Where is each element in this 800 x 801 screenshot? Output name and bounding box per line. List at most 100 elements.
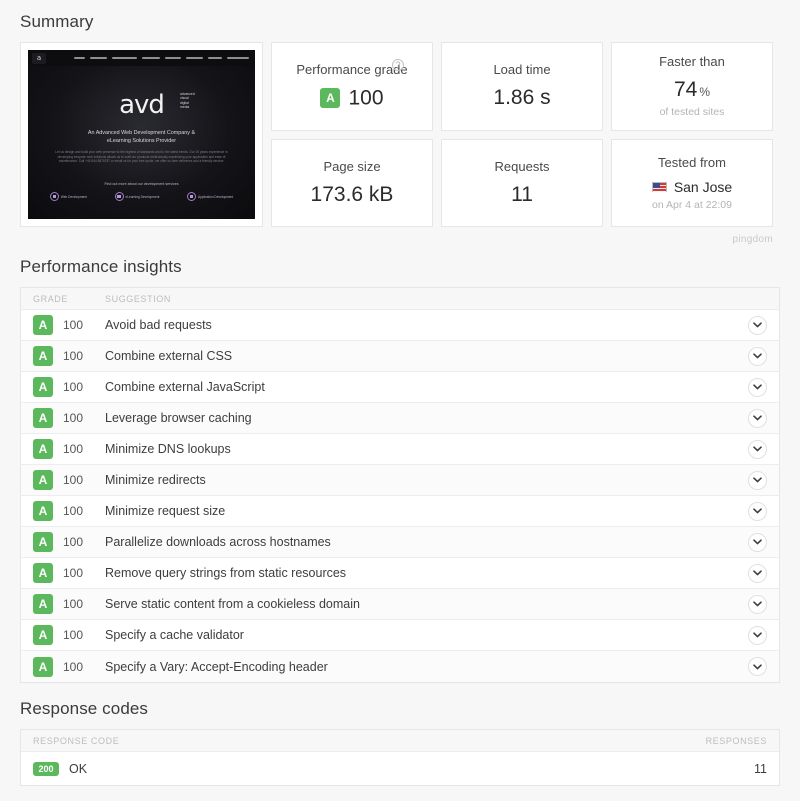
expand-cell: [737, 470, 767, 490]
chevron-down-icon[interactable]: [748, 594, 767, 614]
grade-score: 100: [63, 473, 84, 487]
table-row[interactable]: A 100 Minimize DNS lookups: [21, 434, 779, 465]
chevron-down-icon[interactable]: [748, 315, 767, 335]
thumbnail-hero: avd advanced visual digital media An Advanc…: [28, 66, 255, 219]
thumbnail-service-item: Application Development: [186, 192, 233, 201]
grade-score: 100: [63, 349, 84, 363]
grade-cell: A 100: [33, 377, 105, 397]
card-label: Page size: [323, 158, 381, 174]
thumbnail-service-label: Web Development: [60, 194, 87, 199]
response-code-label: OK: [69, 761, 88, 776]
application-development-icon: [186, 192, 196, 201]
performance-insights-table: GRADE SUGGESTION A 100 Avoid bad requests A…: [20, 287, 780, 683]
grade-score: 100: [63, 318, 84, 332]
response-count: 11: [754, 761, 767, 776]
response-codes-heading: Response codes: [20, 699, 149, 718]
expand-cell: [737, 439, 767, 459]
grade-score: 100: [63, 442, 84, 456]
grade-score: 100: [63, 504, 84, 518]
card-value: 173.6 kB: [310, 182, 394, 206]
column-header-suggestion: SUGGESTION: [105, 293, 172, 304]
grade-badge: A: [33, 346, 53, 366]
chevron-down-icon[interactable]: [748, 346, 767, 366]
card-performance-grade: ? Performance grade A 100: [271, 42, 433, 131]
chevron-down-icon[interactable]: [748, 532, 767, 552]
grade-cell: A 100: [33, 315, 105, 335]
grade-cell: A 100: [33, 625, 105, 645]
grade-score: 100: [63, 535, 84, 549]
expand-cell: [737, 346, 767, 366]
table-row[interactable]: A 100 Specify a cache validator: [21, 620, 779, 651]
thumbnail-image: a avd advanced visual digital media An Adva…: [28, 50, 255, 219]
chevron-down-icon[interactable]: [748, 563, 767, 583]
thumbnail-navbar: a: [28, 50, 255, 66]
status-badge: 200: [33, 761, 59, 776]
card-label: Performance grade: [296, 62, 408, 78]
card-value: San Jose: [651, 179, 732, 195]
table-header: RESPONSE CODE RESPONSES: [21, 730, 779, 752]
table-row[interactable]: 200 OK 11: [21, 752, 779, 785]
card-label: Load time: [493, 62, 551, 78]
grade-badge: A: [33, 501, 53, 521]
table-row[interactable]: A 100 Remove query strings from static res…: [21, 558, 779, 589]
card-value: 11: [511, 182, 533, 206]
grade-badge: A: [33, 315, 53, 335]
grade-score: 100: [63, 628, 84, 642]
table-row[interactable]: A 100 Minimize redirects: [21, 465, 779, 496]
thumbnail-service-item: Web Development: [49, 192, 87, 201]
table-row[interactable]: A 100 Serve static content from a cookiele…: [21, 589, 779, 620]
suggestion-text: Specify a cache validator: [105, 628, 244, 642]
faster-than-percent: 74: [673, 78, 698, 102]
chevron-down-icon[interactable]: [748, 657, 767, 676]
card-subtext: on Apr 4 at 22:09: [652, 198, 732, 211]
response-code-cell: 200 OK: [33, 761, 754, 776]
summary-section: a avd advanced visual digital media An Adva…: [20, 42, 780, 245]
table-row[interactable]: A 100 Combine external CSS: [21, 341, 779, 372]
results-page: Summary a avd advanced visual digital media…: [0, 12, 800, 786]
table-header: GRADE SUGGESTION: [21, 288, 779, 310]
summary-cards: ? Performance grade A 100 Load time 1.86 …: [271, 42, 775, 227]
chevron-down-icon[interactable]: [748, 439, 767, 459]
grade-badge: A: [33, 532, 53, 552]
suggestion-text: Minimize DNS lookups: [105, 442, 231, 456]
table-row[interactable]: A 100 Specify a Vary: Accept-Encoding head…: [21, 651, 779, 682]
grade-score: 100: [63, 411, 84, 425]
chevron-down-icon[interactable]: [748, 408, 767, 428]
suggestion-text: Parallelize downloads across hostnames: [105, 535, 331, 549]
grade-cell: A 100: [33, 594, 105, 614]
table-row[interactable]: A 100 Combine external JavaScript: [21, 372, 779, 403]
grade-cell: A 100: [33, 470, 105, 490]
thumbnail-paragraph: Let us design and build your web presenc…: [55, 150, 228, 164]
chevron-down-icon[interactable]: [748, 470, 767, 490]
card-value: 74%: [674, 78, 710, 102]
column-header-response-code: RESPONSE CODE: [33, 735, 120, 746]
thumbnail-service-label: eLearning Development: [125, 194, 160, 199]
grade-badge: A: [33, 594, 53, 614]
response-codes-table: RESPONSE CODE RESPONSES 200 OK 11: [20, 729, 780, 786]
grade-cell: A 100: [33, 501, 105, 521]
thumbnail-services: Web Development eLearning Development Ap…: [36, 192, 247, 201]
site-screenshot-thumbnail[interactable]: a avd advanced visual digital media An Adva…: [20, 42, 263, 227]
insight-rows: A 100 Avoid bad requests A 100 Combine extern…: [21, 310, 779, 682]
grade-badge: A: [320, 88, 341, 109]
table-row[interactable]: A 100 Minimize request size: [21, 496, 779, 527]
chevron-down-icon[interactable]: [748, 625, 767, 645]
chevron-down-icon[interactable]: [748, 377, 767, 397]
help-icon[interactable]: ?: [392, 59, 404, 71]
grade-badge: A: [33, 625, 53, 645]
grade-badge: A: [33, 656, 53, 677]
card-subtext: of tested sites: [659, 106, 725, 119]
expand-cell: [737, 657, 767, 676]
column-header-grade: GRADE: [33, 293, 69, 304]
table-row[interactable]: A 100 Avoid bad requests: [21, 310, 779, 341]
card-load-time: Load time 1.86 s: [441, 42, 603, 131]
grade-cell: A 100: [33, 439, 105, 459]
table-row[interactable]: A 100 Parallelize downloads across hostnam…: [21, 527, 779, 558]
chevron-down-icon[interactable]: [748, 501, 767, 521]
table-row[interactable]: A 100 Leverage browser caching: [21, 403, 779, 434]
expand-cell: [737, 315, 767, 335]
grade-score: 100: [63, 659, 84, 674]
card-value: A 100: [320, 86, 384, 110]
card-label: Faster than: [659, 54, 725, 70]
grade-cell: A 100: [33, 656, 105, 677]
